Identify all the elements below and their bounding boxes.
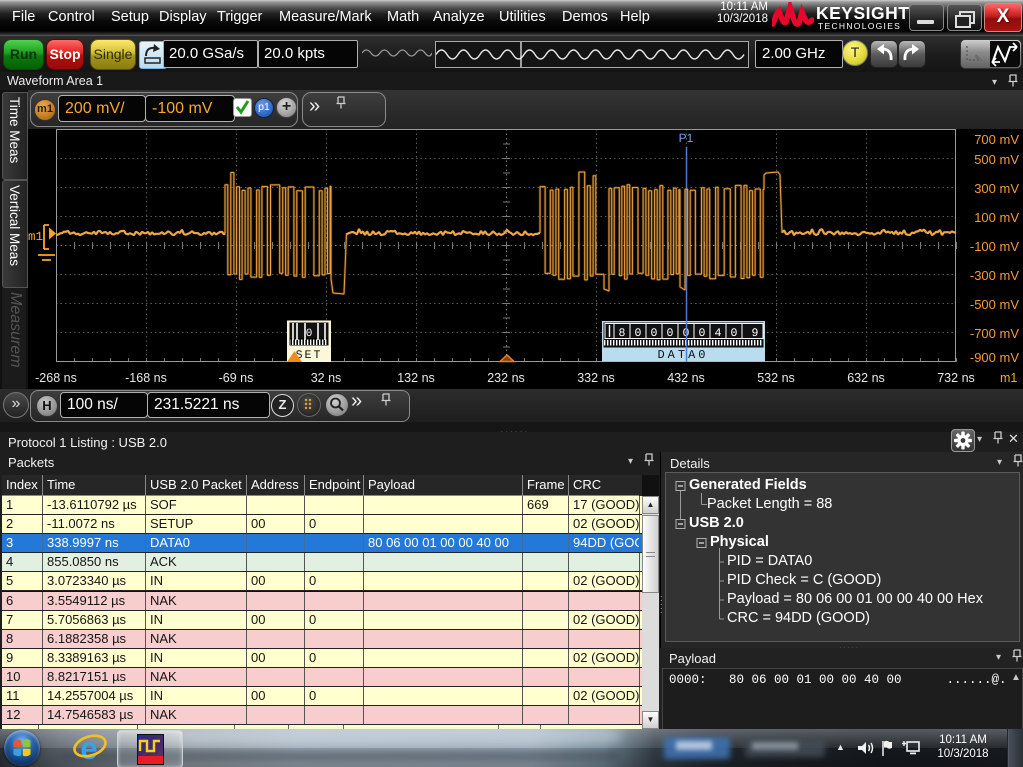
svg-text:4: 4: [715, 327, 722, 340]
svg-text:0: 0: [635, 327, 642, 340]
svg-text:0: 0: [306, 328, 313, 340]
svg-text:9: 9: [752, 327, 759, 340]
svg-text:0: 0: [667, 327, 674, 340]
svg-text:P1: P1: [679, 131, 694, 145]
svg-text:DATA0: DATA0: [657, 348, 708, 362]
svg-text:0: 0: [731, 327, 738, 340]
svg-text:8: 8: [619, 327, 626, 340]
svg-text:m1: m1: [28, 230, 43, 244]
svg-text:0: 0: [651, 327, 658, 340]
svg-text:0: 0: [699, 327, 706, 340]
